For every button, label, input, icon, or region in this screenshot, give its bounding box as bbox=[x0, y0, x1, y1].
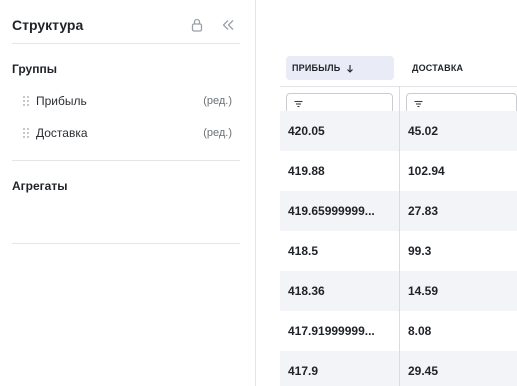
table-cell[interactable]: 14.59 bbox=[408, 271, 513, 311]
lock-icon[interactable] bbox=[188, 16, 206, 34]
divider bbox=[12, 43, 240, 44]
table-cell[interactable]: 417.91999999... bbox=[288, 311, 398, 351]
table-cell[interactable]: 29.45 bbox=[408, 351, 513, 386]
edit-link[interactable]: (ред.) bbox=[203, 95, 232, 107]
table-cell[interactable]: 99.3 bbox=[408, 231, 513, 271]
column-header-label: ДОСТАВКА bbox=[412, 63, 464, 73]
table-cell[interactable]: 45.02 bbox=[408, 111, 513, 151]
table-cell[interactable]: 8.08 bbox=[408, 311, 513, 351]
table-cell[interactable]: 420.05 bbox=[288, 111, 398, 151]
table-cell[interactable]: 27.83 bbox=[408, 191, 513, 231]
column-header-label: ПРИБЫЛЬ bbox=[292, 63, 341, 73]
divider bbox=[12, 160, 240, 161]
pivot-table-view: Структура Группы Прибыль (ред.) Доставка… bbox=[0, 0, 517, 386]
structure-panel: Структура Группы Прибыль (ред.) Доставка… bbox=[0, 0, 256, 386]
table-cell[interactable]: 102.94 bbox=[408, 151, 513, 191]
table-cell[interactable]: 418.5 bbox=[288, 231, 398, 271]
arrow-down-icon[interactable] bbox=[346, 64, 354, 73]
group-item-profit[interactable]: Прибыль (ред.) bbox=[12, 90, 240, 112]
divider bbox=[12, 243, 240, 244]
groups-section-title: Группы bbox=[12, 62, 57, 76]
table-cell[interactable]: 419.65999999... bbox=[288, 191, 398, 231]
column-header-delivery[interactable]: ДОСТАВКА bbox=[412, 56, 512, 80]
group-item-label: Прибыль bbox=[36, 94, 87, 108]
edit-link[interactable]: (ред.) bbox=[203, 127, 232, 139]
table-cell[interactable]: 417.9 bbox=[288, 351, 398, 386]
table-cell[interactable]: 419.88 bbox=[288, 151, 398, 191]
structure-panel-header: Структура bbox=[12, 16, 240, 34]
group-item-delivery[interactable]: Доставка (ред.) bbox=[12, 122, 240, 144]
drag-handle-icon[interactable] bbox=[19, 126, 33, 140]
table-cell[interactable]: 418.36 bbox=[288, 271, 398, 311]
column-header-profit[interactable]: ПРИБЫЛЬ bbox=[286, 56, 394, 80]
aggregates-section-title: Агрегаты bbox=[12, 179, 68, 193]
data-table: ПРИБЫЛЬ ДОСТАВКА 420.05 45.02 419.88 102… bbox=[256, 0, 517, 386]
group-item-label: Доставка bbox=[36, 126, 88, 140]
collapse-panel-icon[interactable] bbox=[219, 16, 237, 34]
drag-handle-icon[interactable] bbox=[19, 94, 33, 108]
panel-title: Структура bbox=[12, 17, 84, 33]
column-separator[interactable] bbox=[399, 86, 400, 386]
